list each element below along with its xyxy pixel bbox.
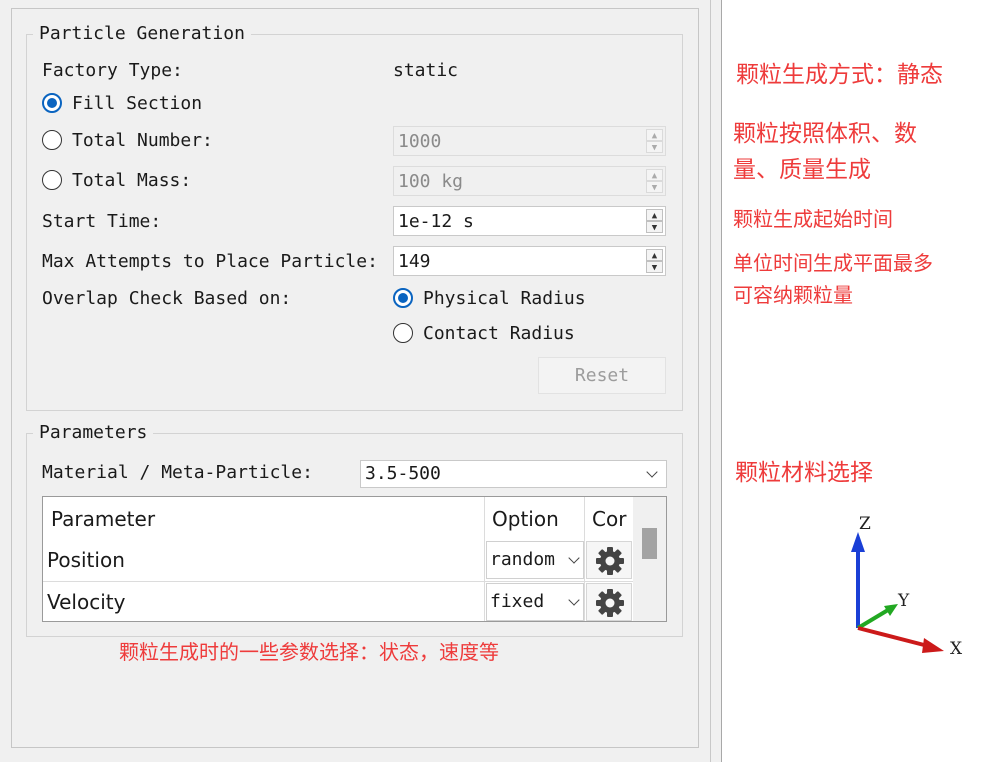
physical-radius-label[interactable]: Physical Radius [423, 288, 586, 310]
annotation-fill-modes-1: 颗粒按照体积、数 [733, 121, 917, 147]
z-axis-arrow [851, 532, 865, 552]
contact-radius-label[interactable]: Contact Radius [423, 323, 575, 345]
velocity-option-value: fixed [490, 591, 545, 612]
annotation-max-attempts-1: 单位时间生成平面最多 [733, 251, 933, 275]
z-axis-label: Z [859, 514, 871, 534]
column-header-parameter: Parameter [51, 507, 156, 531]
material-select[interactable]: 3.5-500 [360, 460, 667, 488]
position-option-select[interactable]: random [486, 541, 584, 579]
total-number-label[interactable]: Total Number: [72, 130, 213, 152]
factory-type-value: static [393, 60, 459, 81]
table-row-position-name: Position [47, 548, 125, 572]
start-time-value[interactable]: 1e-12 s [398, 211, 474, 233]
total-number-value: 1000 [398, 131, 442, 152]
annotation-fill-modes-2: 量、质量生成 [733, 157, 871, 183]
spin-up-icon[interactable]: ▲ [646, 249, 663, 261]
parameters-title: Parameters [33, 422, 154, 444]
table-scrollbar-thumb[interactable] [642, 528, 657, 559]
spin-up-icon[interactable]: ▲ [646, 209, 663, 221]
chevron-down-icon [646, 466, 658, 478]
x-axis-line [857, 626, 929, 648]
fill-section-label[interactable]: Fill Section [72, 93, 202, 115]
x-axis-label: X [950, 639, 963, 659]
material-label: Material / Meta-Particle: [42, 462, 313, 483]
column-divider [584, 497, 585, 621]
row-divider [43, 581, 633, 582]
axis-triad: Z Y X [851, 514, 963, 659]
position-config-button[interactable] [586, 541, 632, 579]
total-number-radio[interactable] [42, 130, 62, 150]
spin-up-icon: ▲ [646, 129, 663, 141]
velocity-config-button[interactable] [586, 583, 632, 621]
start-time-label: Start Time: [42, 211, 162, 232]
column-divider [484, 497, 485, 621]
spin-down-icon: ▼ [646, 141, 663, 153]
annotation-start-time: 颗粒生成起始时间 [733, 207, 893, 231]
total-mass-radio[interactable] [42, 170, 62, 190]
material-value: 3.5-500 [365, 463, 441, 484]
reset-button[interactable]: Reset [538, 357, 666, 394]
particle-generation-title: Particle Generation [33, 23, 251, 45]
total-mass-value: 100 kg [398, 171, 464, 192]
spin-down-icon: ▼ [646, 181, 663, 193]
y-axis-line [856, 608, 890, 630]
total-mass-spinbox: 100 kg ▲ ▼ [393, 166, 666, 196]
table-scrollbar[interactable] [633, 497, 666, 621]
contact-radius-radio[interactable] [393, 323, 413, 343]
panel-splitter[interactable] [710, 0, 722, 762]
annotation-max-attempts-2: 可容纳颗粒量 [733, 283, 853, 307]
annotation-factory-type: 颗粒生成方式：静态 [736, 62, 943, 88]
gear-icon [596, 589, 624, 617]
velocity-option-select[interactable]: fixed [486, 583, 584, 621]
table-row-velocity-name: Velocity [47, 590, 126, 614]
max-attempts-spinbox[interactable]: 149 ▲ ▼ [393, 246, 666, 276]
annotation-parameters: 颗粒生成时的一些参数选择：状态，速度等 [119, 640, 499, 664]
overlap-check-label: Overlap Check Based on: [42, 288, 292, 309]
chevron-down-icon [568, 594, 580, 606]
y-axis-label: Y [897, 591, 910, 611]
column-header-config: Cor [592, 507, 627, 531]
column-header-option: Option [492, 507, 559, 531]
spin-down-icon[interactable]: ▼ [646, 221, 663, 233]
spin-down-icon[interactable]: ▼ [646, 261, 663, 273]
start-time-spinbox[interactable]: 1e-12 s ▲ ▼ [393, 206, 666, 236]
spin-up-icon: ▲ [646, 169, 663, 181]
max-attempts-value[interactable]: 149 [398, 251, 431, 273]
annotation-material: 颗粒材料选择 [735, 460, 873, 486]
fill-section-radio[interactable] [42, 93, 62, 113]
total-number-spinbox: 1000 ▲ ▼ [393, 126, 666, 156]
x-axis-arrow [922, 638, 944, 653]
max-attempts-label: Max Attempts to Place Particle: [42, 251, 378, 272]
gear-icon [596, 547, 624, 575]
factory-type-label: Factory Type: [42, 60, 183, 81]
chevron-down-icon [568, 552, 580, 564]
position-option-value: random [490, 549, 556, 570]
total-mass-label[interactable]: Total Mass: [72, 170, 191, 192]
physical-radius-radio[interactable] [393, 288, 413, 308]
